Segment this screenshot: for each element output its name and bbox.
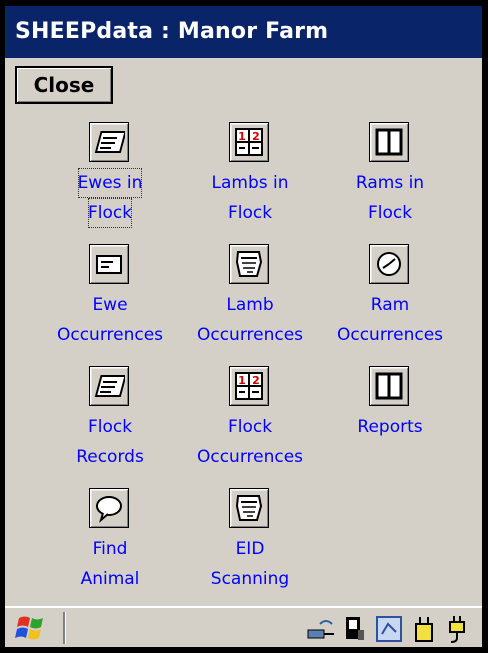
taskbar-separator (63, 612, 66, 644)
svg-text:2: 2 (252, 130, 260, 143)
lamb-occurrences-button[interactable] (229, 244, 269, 284)
sync-icon[interactable] (374, 614, 404, 644)
find-animal-label[interactable]: Find Animal (35, 534, 185, 594)
menu-label-line1[interactable]: Ewes in (77, 168, 143, 198)
menu-label-line1[interactable]: EID (175, 534, 325, 564)
network-icon[interactable] (306, 614, 336, 644)
menu-item-flock-occurrences[interactable]: 1 2 Flock Occurrences (175, 366, 325, 488)
device-screen: SHEEPdata : Manor Farm Close Ewes in Flo… (5, 6, 482, 647)
menu-label-line2[interactable]: Flock (87, 198, 133, 228)
menu-label-line1[interactable]: Lamb (175, 290, 325, 320)
lamb-occurrences-label[interactable]: Lamb Occurrences (175, 290, 325, 350)
ewe-occurrences-label[interactable]: Ewe Occurrences (35, 290, 185, 350)
flock-occurrences-label[interactable]: Flock Occurrences (175, 412, 325, 472)
calculator-icon: 1 2 (235, 372, 263, 400)
address-card-icon (94, 131, 125, 153)
menu-label-line2[interactable]: Occurrences (175, 442, 325, 472)
menu-label-line2[interactable]: Flock (175, 198, 325, 228)
lambs-in-flock-label[interactable]: Lambs in Flock (175, 168, 325, 228)
menu-label-line1[interactable]: Ewe (35, 290, 185, 320)
menu-item-reports[interactable]: Reports (315, 366, 465, 488)
scanner-icon (235, 495, 263, 521)
svg-text:2: 2 (252, 374, 260, 387)
menu-item-lamb-occurrences[interactable]: Lamb Occurrences (175, 244, 325, 366)
menu-label-line2[interactable]: Occurrences (315, 320, 465, 350)
menu-label-line1[interactable]: Ram (315, 290, 465, 320)
menu-label-line1[interactable]: Flock (175, 412, 325, 442)
ram-occurrences-button[interactable] (369, 244, 409, 284)
clock-icon (377, 252, 401, 276)
book-icon (375, 128, 403, 156)
ewes-in-flock-label[interactable]: Ewes in Flock (35, 168, 185, 228)
flock-records-label[interactable]: Flock Records (35, 412, 185, 472)
rams-in-flock-label[interactable]: Rams in Flock (315, 168, 465, 228)
system-tray (306, 614, 476, 644)
menu-item-lambs-in-flock[interactable]: 1 2 Lambs in Flock (175, 122, 325, 244)
ewe-occurrences-button[interactable] (89, 244, 129, 284)
start-button[interactable] (11, 613, 51, 643)
reports-button[interactable] (369, 366, 409, 406)
address-card-icon (94, 375, 125, 397)
menu-label-line1[interactable]: Flock (35, 412, 185, 442)
svg-text:1: 1 (238, 374, 246, 387)
ewes-in-flock-button[interactable] (89, 122, 129, 162)
menu-item-find-animal[interactable]: Find Animal (35, 488, 185, 610)
pda-icon[interactable] (340, 614, 370, 644)
ram-occurrences-label[interactable]: Ram Occurrences (315, 290, 465, 350)
menu-item-eid-scanning[interactable]: EID Scanning (175, 488, 325, 610)
flock-records-button[interactable] (89, 366, 129, 406)
taskbar (5, 606, 482, 647)
menu-label-line2[interactable]: Scanning (175, 564, 325, 594)
calculator-icon: 1 2 (235, 128, 263, 156)
speech-bubble-icon (96, 496, 122, 523)
eid-scanning-label[interactable]: EID Scanning (175, 534, 325, 594)
scanner-icon (235, 251, 263, 277)
book-icon (375, 372, 403, 400)
menu-grid: Ewes in Flock 1 2 Lambs in Flock Rams in… (5, 110, 482, 602)
lambs-in-flock-button[interactable]: 1 2 (229, 122, 269, 162)
menu-label-line1[interactable]: Rams in (315, 168, 465, 198)
menu-item-ram-occurrences[interactable]: Ram Occurrences (315, 244, 465, 366)
menu-item-ewes-in-flock[interactable]: Ewes in Flock (35, 122, 185, 244)
menu-item-ewe-occurrences[interactable]: Ewe Occurrences (35, 244, 185, 366)
window-title: SHEEPdata : Manor Farm (5, 6, 482, 58)
menu-label-line2[interactable]: Records (35, 442, 185, 472)
rams-in-flock-button[interactable] (369, 122, 409, 162)
menu-label-line1[interactable]: Find (35, 534, 185, 564)
power-plug-icon[interactable] (442, 614, 472, 644)
battery-icon[interactable] (408, 614, 438, 644)
menu-label-line2[interactable]: Animal (35, 564, 185, 594)
menu-label-line2[interactable]: Occurrences (175, 320, 325, 350)
reports-label[interactable]: Reports (315, 412, 465, 442)
menu-label-line2[interactable]: Occurrences (35, 320, 185, 350)
menu-item-flock-records[interactable]: Flock Records (35, 366, 185, 488)
flock-occurrences-button[interactable]: 1 2 (229, 366, 269, 406)
find-animal-button[interactable] (89, 488, 129, 528)
envelope-icon (96, 255, 122, 274)
windows-flag-icon (15, 616, 43, 640)
close-button[interactable]: Close (15, 66, 113, 104)
menu-label-line1[interactable]: Lambs in (175, 168, 325, 198)
eid-scanning-button[interactable] (229, 488, 269, 528)
menu-item-rams-in-flock[interactable]: Rams in Flock (315, 122, 465, 244)
svg-text:1: 1 (238, 130, 246, 143)
menu-label-line1[interactable]: Reports (315, 412, 465, 442)
menu-label-line2[interactable]: Flock (315, 198, 465, 228)
